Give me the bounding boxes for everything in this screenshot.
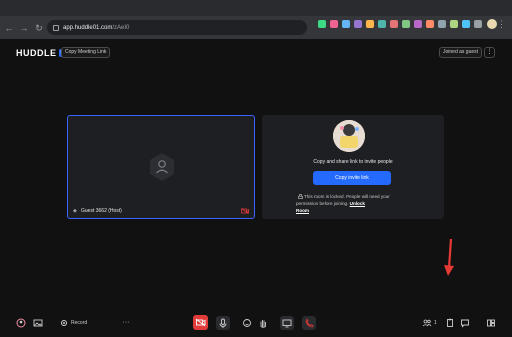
lock-icon	[53, 24, 59, 31]
raise-hand-icon[interactable]	[256, 316, 270, 330]
room-locked-text: This room is locked. People will need yo…	[296, 194, 390, 206]
emoji-icon[interactable]	[240, 316, 254, 330]
extension-icon[interactable]	[390, 20, 398, 28]
extension-icon[interactable]	[330, 20, 338, 28]
puzzle-icon[interactable]	[474, 20, 482, 28]
room-locked-note: This room is locked. People will need yo…	[296, 193, 411, 214]
room-label: Room	[296, 208, 310, 213]
logo-text: HUDDLE	[16, 48, 57, 58]
extension-icon[interactable]	[378, 20, 386, 28]
layout-icon[interactable]	[484, 316, 498, 330]
chat-icon[interactable]	[458, 316, 472, 330]
more-options-button[interactable]: ⋮	[484, 47, 495, 58]
extension-icon[interactable]	[342, 20, 350, 28]
meeting-app: HUDDLE 01 Copy Meeting Link Joined as gu…	[0, 39, 512, 330]
microphone-button[interactable]	[216, 316, 230, 330]
extension-icon[interactable]	[354, 20, 362, 28]
leave-call-button[interactable]	[302, 316, 316, 330]
unlock-label: Unlock	[349, 201, 365, 206]
back-icon[interactable]: ←	[3, 22, 15, 34]
microphone-icon	[219, 318, 227, 328]
invite-illustration	[333, 120, 365, 152]
image-icon[interactable]	[31, 316, 45, 330]
extension-icon[interactable]	[426, 20, 434, 28]
screen-share-button[interactable]	[280, 316, 294, 330]
extension-icon[interactable]	[438, 20, 446, 28]
participant-tile: ◆ Guest 3662 (Host)	[67, 115, 255, 219]
extension-icon[interactable]	[402, 20, 410, 28]
camera-toggle-button[interactable]	[193, 315, 208, 330]
extension-icon[interactable]	[366, 20, 374, 28]
browser-chrome: ← → ↻ app.huddle01.com/zAeI0 ⋮	[0, 0, 512, 39]
url-text: app.huddle01.com/zAeI0	[63, 25, 129, 31]
end-call-icon	[305, 318, 314, 328]
url-path: /zAeI0	[112, 24, 130, 31]
more-controls-button[interactable]: ···	[119, 316, 133, 330]
reload-icon[interactable]: ↻	[33, 22, 45, 34]
joined-as-guest-badge[interactable]: Joined as guest	[439, 47, 483, 58]
profile-avatar[interactable]	[487, 19, 497, 29]
meeting-controls: Record ··· 1	[0, 311, 512, 337]
people-illustration-icon	[333, 120, 365, 152]
audio-indicator-icon: ◆	[73, 207, 77, 214]
record-icon	[61, 320, 67, 326]
invite-prompt: Copy and share link to invite people	[313, 159, 393, 165]
record-label: Record	[71, 320, 88, 326]
copy-invite-link-button[interactable]: Copy invite link	[313, 171, 391, 185]
extension-icon[interactable]	[462, 20, 470, 28]
participants-button[interactable]: 1	[422, 316, 437, 330]
clipboard-icon[interactable]	[443, 316, 457, 330]
extension-icon[interactable]	[318, 20, 326, 28]
participant-name: ◆ Guest 3662 (Host)	[73, 208, 122, 214]
invite-panel: Copy and share link to invite people Cop…	[262, 115, 444, 219]
camera-off-icon	[195, 318, 206, 327]
tab-strip	[0, 0, 512, 16]
user-hexagon-icon	[150, 153, 174, 181]
avatar-toggle-icon[interactable]	[14, 316, 28, 330]
extension-icon[interactable]	[450, 20, 458, 28]
copy-meeting-link-button[interactable]: Copy Meeting Link	[61, 47, 111, 58]
browser-toolbar: ← → ↻ app.huddle01.com/zAeI0	[0, 16, 512, 39]
record-button[interactable]: Record	[61, 316, 87, 330]
forward-icon[interactable]: →	[18, 22, 30, 34]
participant-count: 1	[434, 320, 437, 326]
extension-icon[interactable]	[414, 20, 422, 28]
annotation-arrow-icon	[444, 238, 454, 276]
address-bar[interactable]: app.huddle01.com/zAeI0	[47, 20, 307, 35]
url-host: app.huddle01.com	[63, 24, 113, 31]
camera-off-icon	[241, 208, 249, 214]
browser-menu-icon[interactable]: ⋮	[497, 19, 506, 30]
participant-name-label: Guest 3662 (Host)	[81, 208, 122, 214]
screen-share-icon	[282, 319, 292, 328]
